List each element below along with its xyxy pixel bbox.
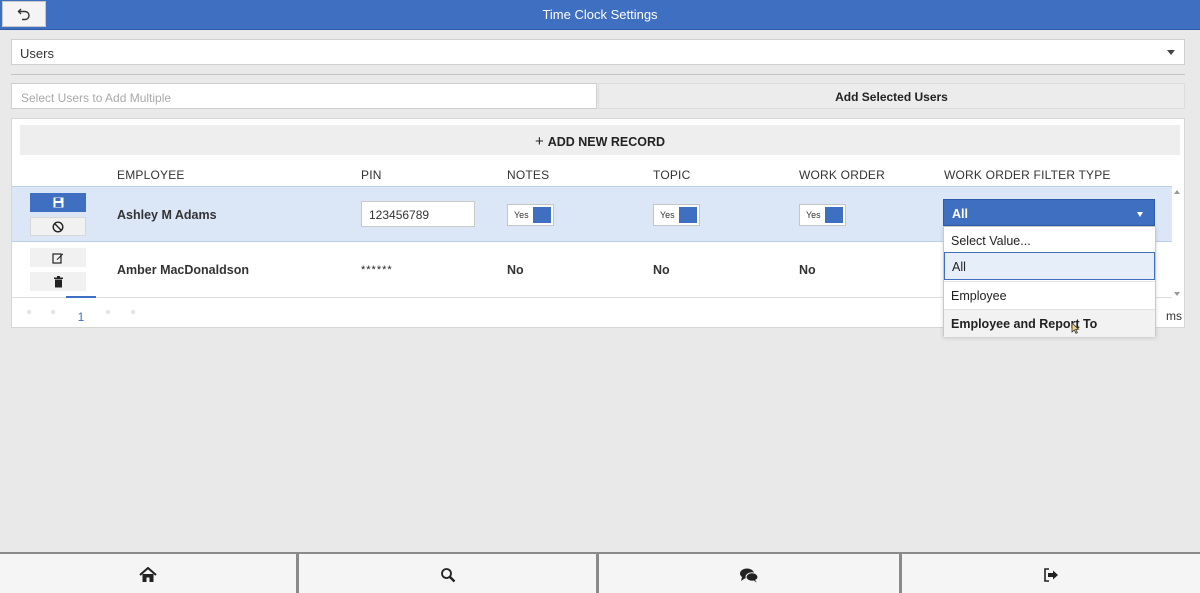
work-order-value: No	[799, 263, 816, 277]
notes-toggle-label: Yes	[514, 210, 529, 220]
logout-icon	[1044, 567, 1058, 582]
grid-header: EMPLOYEE PIN NOTES TOPIC WORK ORDER WORK…	[12, 161, 1184, 187]
scroll-up-icon[interactable]	[1174, 190, 1180, 194]
next-page-button[interactable]	[106, 310, 110, 314]
filter-options-list: Select Value... All Employee Employee an…	[943, 226, 1156, 337]
chat-icon	[740, 568, 759, 582]
users-dropdown-value: Users	[20, 46, 54, 61]
employee-name: Ashley M Adams	[117, 208, 217, 222]
work-order-filter-dropdown[interactable]: All	[943, 199, 1155, 226]
select-users-placeholder: Select Users to Add Multiple	[21, 91, 172, 105]
window-title: Time Clock Settings	[542, 7, 658, 22]
edit-icon	[52, 252, 64, 264]
search-icon	[440, 567, 455, 582]
cancel-icon	[52, 220, 64, 233]
search-button[interactable]	[299, 554, 596, 593]
add-selected-users-button[interactable]: Add Selected Users	[598, 83, 1185, 109]
chevron-down-icon	[1137, 212, 1143, 217]
scroll-down-icon[interactable]	[1174, 292, 1180, 296]
home-button[interactable]	[0, 554, 296, 593]
previous-page-button[interactable]	[51, 310, 55, 314]
pin-value: ******	[361, 264, 393, 276]
add-new-record-label: ADD NEW RECORD	[547, 135, 666, 149]
chevron-down-icon	[1167, 50, 1175, 55]
topic-toggle-label: Yes	[660, 210, 675, 220]
bottom-nav	[0, 552, 1200, 593]
notes-toggle[interactable]: Yes	[507, 204, 554, 226]
mouse-cursor-icon	[1071, 322, 1080, 334]
save-button[interactable]	[30, 193, 86, 212]
pager-info: ms	[1166, 309, 1182, 323]
grid-scrollbar[interactable]	[1172, 186, 1182, 298]
edit-button[interactable]	[30, 248, 86, 267]
toggle-knob	[679, 207, 697, 223]
column-header-work-order-filter-type[interactable]: WORK ORDER FILTER TYPE	[944, 168, 1111, 182]
plus-icon: +	[534, 133, 544, 150]
filter-option-employee[interactable]: Employee	[944, 281, 1155, 309]
toggle-knob	[825, 207, 843, 223]
filter-option-all[interactable]: All	[944, 252, 1155, 280]
column-header-notes[interactable]: NOTES	[507, 168, 549, 182]
add-new-record-button[interactable]: + ADD NEW RECORD	[20, 125, 1180, 155]
topic-toggle[interactable]: Yes	[653, 204, 700, 226]
chat-button[interactable]	[599, 554, 899, 593]
first-page-button[interactable]	[27, 310, 31, 314]
column-header-work-order[interactable]: WORK ORDER	[799, 168, 885, 182]
cancel-button[interactable]	[30, 217, 86, 236]
employee-name: Amber MacDonaldson	[117, 263, 249, 277]
topic-value: No	[653, 263, 670, 277]
delete-button[interactable]	[30, 272, 86, 291]
filter-selected-value: All	[952, 207, 968, 221]
column-header-pin[interactable]: PIN	[361, 168, 382, 182]
home-icon	[139, 566, 157, 582]
work-order-toggle[interactable]: Yes	[799, 204, 846, 226]
select-users-input[interactable]: Select Users to Add Multiple	[11, 83, 597, 109]
divider	[11, 74, 1185, 75]
column-header-employee[interactable]: EMPLOYEE	[117, 168, 185, 182]
work-order-toggle-label: Yes	[806, 210, 821, 220]
last-page-button[interactable]	[131, 310, 135, 314]
filter-option-select-value[interactable]: Select Value...	[944, 227, 1155, 255]
current-page[interactable]: 1	[66, 296, 96, 324]
title-bar: Time Clock Settings	[0, 0, 1200, 30]
save-icon	[53, 197, 63, 208]
logout-button[interactable]	[902, 554, 1200, 593]
filter-option-employee-and-report-to[interactable]: Employee and Report To	[944, 309, 1155, 337]
toggle-knob	[533, 207, 551, 223]
users-dropdown[interactable]: Users	[11, 39, 1185, 65]
notes-value: No	[507, 263, 524, 277]
column-header-topic[interactable]: TOPIC	[653, 168, 690, 182]
pin-input[interactable]: 123456789	[361, 201, 475, 227]
trash-icon	[53, 275, 63, 287]
